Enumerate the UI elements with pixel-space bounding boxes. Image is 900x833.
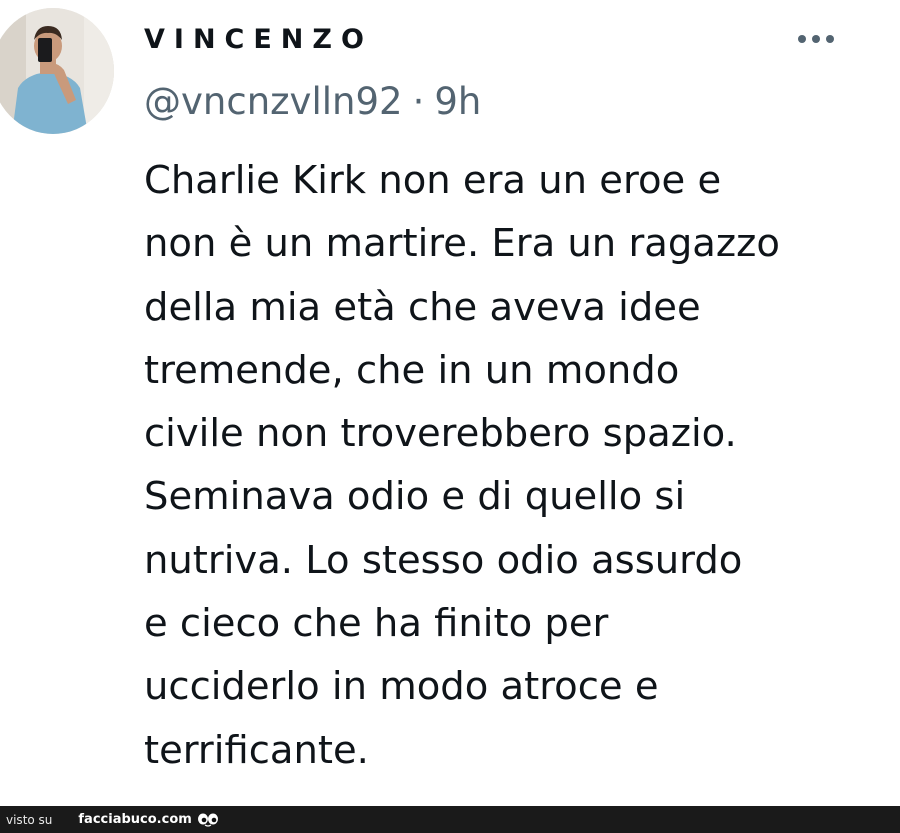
watermark-site[interactable]: facciabuco.com (78, 812, 191, 827)
avatar[interactable] (0, 8, 114, 134)
post-text-line: ucciderlo in modo atroce e (144, 664, 659, 710)
post-text-line: civile non troverebbero spazio. (144, 411, 737, 457)
post-text-line: non è un martire. Era un ragazzo (144, 221, 780, 267)
post-text-line: della mia età che aveva idee (144, 284, 701, 330)
tweet-card: VINCENZO @vncnzvlln92 · 9h Charlie Kirk no… (0, 0, 900, 806)
more-dot (798, 35, 806, 43)
meta-separator: · (412, 80, 425, 123)
post-timestamp[interactable]: 9h (434, 80, 481, 123)
author-handle[interactable]: @vncnzvlln92 (144, 80, 403, 123)
more-dot (812, 35, 820, 43)
post-text: Charlie Kirk non era un eroe e non è un … (144, 149, 864, 782)
post-text-line: tremende, che in un mondo (144, 347, 680, 393)
more-dot (826, 35, 834, 43)
watermark-prefix: visto su (6, 812, 53, 827)
more-options-icon[interactable] (790, 22, 842, 56)
post-text-line: nutriva. Lo stesso odio assurdo (144, 537, 743, 583)
watermark-bar: visto su facciabuco.com (0, 806, 900, 833)
eyes-logo-icon (197, 813, 219, 827)
post-text-line: e cieco che ha finito per (144, 601, 609, 647)
post-text-line: Charlie Kirk non era un eroe e (144, 158, 722, 203)
post-meta: @vncnzvlln92 · 9h (144, 80, 481, 123)
author-display-name[interactable]: VINCENZO (144, 24, 373, 55)
post-text-line: Seminava odio e di quello si (144, 474, 686, 520)
post-text-line: terrificante. (144, 727, 369, 773)
profile-avatar-photo (0, 8, 114, 134)
